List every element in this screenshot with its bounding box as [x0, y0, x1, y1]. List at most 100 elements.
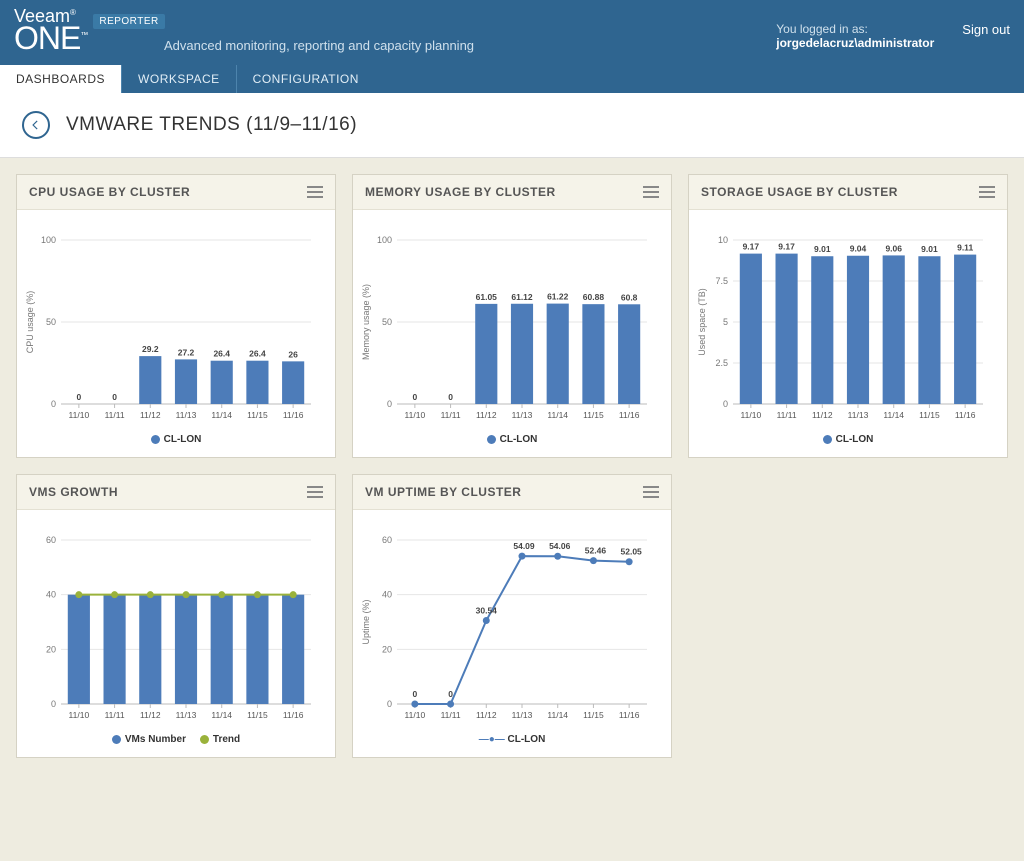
svg-text:Used space (TB): Used space (TB): [697, 288, 707, 356]
user-box: You logged in as: jorgedelacruz\administ…: [776, 22, 1010, 50]
svg-text:11/10: 11/10: [741, 410, 762, 420]
svg-text:11/12: 11/12: [140, 710, 161, 720]
back-button[interactable]: [22, 111, 50, 139]
svg-text:54.06: 54.06: [549, 541, 571, 551]
card-uptime: VM UPTIME BY CLUSTER 0204060Uptime (%)11…: [352, 474, 672, 758]
svg-text:11/11: 11/11: [105, 710, 125, 720]
svg-text:40: 40: [46, 590, 56, 600]
chart-vms: 020406011/1011/1111/1211/1311/1411/1511/…: [21, 520, 331, 730]
svg-text:11/14: 11/14: [547, 410, 568, 420]
svg-text:0: 0: [412, 392, 417, 402]
svg-text:11/10: 11/10: [69, 410, 90, 420]
svg-text:Memory usage (%): Memory usage (%): [361, 284, 371, 360]
svg-text:9.01: 9.01: [814, 244, 831, 254]
tab-configuration[interactable]: CONFIGURATION: [237, 65, 375, 93]
card-memory: MEMORY USAGE BY CLUSTER 050100Memory usa…: [352, 174, 672, 458]
svg-text:61.22: 61.22: [547, 292, 569, 302]
svg-text:Uptime (%): Uptime (%): [361, 599, 371, 644]
svg-text:9.01: 9.01: [921, 244, 938, 254]
svg-text:11/16: 11/16: [283, 410, 304, 420]
svg-text:11/13: 11/13: [512, 410, 533, 420]
svg-text:54.09: 54.09: [513, 541, 535, 551]
card-title-vms: VMS GROWTH: [29, 485, 118, 499]
reporter-badge: REPORTER: [93, 14, 164, 29]
svg-text:9.17: 9.17: [743, 242, 760, 252]
svg-text:0: 0: [76, 392, 81, 402]
legend-vms-2: Trend: [213, 734, 240, 745]
tab-dashboards[interactable]: DASHBOARDS: [0, 65, 122, 93]
app-header: Veeam® ONE™ REPORTER Advanced monitoring…: [0, 0, 1024, 93]
svg-text:11/16: 11/16: [955, 410, 976, 420]
svg-text:60.8: 60.8: [621, 292, 638, 302]
svg-text:11/13: 11/13: [512, 710, 533, 720]
svg-text:61.12: 61.12: [511, 292, 533, 302]
svg-text:0: 0: [448, 392, 453, 402]
chart-memory: 050100Memory usage (%)11/1011/1111/1211/…: [357, 220, 667, 430]
svg-text:11/12: 11/12: [476, 410, 497, 420]
svg-text:0: 0: [51, 399, 56, 409]
svg-text:60.88: 60.88: [583, 292, 605, 302]
chart-cpu: 050100CPU usage (%)11/1011/1111/1211/131…: [21, 220, 331, 430]
svg-text:60: 60: [382, 535, 392, 545]
tagline: Advanced monitoring, reporting and capac…: [164, 38, 474, 53]
logged-in-label: You logged in as:: [776, 22, 934, 36]
svg-text:11/14: 11/14: [883, 410, 904, 420]
chart-storage: 02.557.510Used space (TB)11/1011/1111/12…: [693, 220, 1003, 430]
username: jorgedelacruz\administrator: [776, 36, 934, 50]
svg-text:60: 60: [46, 535, 56, 545]
svg-text:26.4: 26.4: [213, 349, 230, 359]
svg-text:2.5: 2.5: [715, 358, 728, 368]
svg-text:52.05: 52.05: [621, 547, 643, 557]
svg-text:11/11: 11/11: [441, 710, 461, 720]
svg-text:50: 50: [46, 317, 56, 327]
svg-text:10: 10: [718, 235, 728, 245]
svg-text:11/15: 11/15: [583, 410, 604, 420]
svg-text:9.17: 9.17: [778, 242, 795, 252]
card-menu-storage[interactable]: [979, 186, 995, 198]
svg-text:11/14: 11/14: [211, 710, 232, 720]
svg-text:9.04: 9.04: [850, 244, 867, 254]
tab-workspace[interactable]: WORKSPACE: [122, 65, 237, 93]
card-vms: VMS GROWTH 020406011/1011/1111/1211/1311…: [16, 474, 336, 758]
svg-text:11/10: 11/10: [69, 710, 90, 720]
card-menu-vms[interactable]: [307, 486, 323, 498]
svg-text:20: 20: [46, 644, 56, 654]
page-title: VMWARE TRENDS (11/9–11/16): [66, 114, 357, 136]
svg-text:7.5: 7.5: [715, 276, 728, 286]
svg-text:11/12: 11/12: [140, 410, 161, 420]
svg-text:61.05: 61.05: [476, 292, 498, 302]
legend-vms-1: VMs Number: [125, 734, 186, 745]
svg-text:0: 0: [412, 689, 417, 699]
card-menu-cpu[interactable]: [307, 186, 323, 198]
svg-text:30.54: 30.54: [476, 606, 498, 616]
svg-text:11/11: 11/11: [777, 410, 797, 420]
brand-main: ONE: [14, 20, 80, 56]
svg-text:0: 0: [112, 392, 117, 402]
svg-text:11/13: 11/13: [848, 410, 869, 420]
card-menu-memory[interactable]: [643, 186, 659, 198]
svg-text:26: 26: [288, 349, 298, 359]
signout-link[interactable]: Sign out: [962, 22, 1010, 37]
svg-text:0: 0: [723, 399, 728, 409]
title-bar: VMWARE TRENDS (11/9–11/16): [0, 93, 1024, 158]
svg-text:26.4: 26.4: [249, 349, 266, 359]
card-title-uptime: VM UPTIME BY CLUSTER: [365, 485, 521, 499]
legend-memory: CL-LON: [500, 434, 538, 445]
legend-storage: CL-LON: [836, 434, 874, 445]
card-storage: STORAGE USAGE BY CLUSTER 02.557.510Used …: [688, 174, 1008, 458]
svg-text:40: 40: [382, 590, 392, 600]
svg-text:9.11: 9.11: [957, 243, 973, 253]
svg-text:0: 0: [448, 689, 453, 699]
svg-text:11/11: 11/11: [105, 410, 125, 420]
svg-text:11/13: 11/13: [176, 710, 197, 720]
card-cpu: CPU USAGE BY CLUSTER 050100CPU usage (%)…: [16, 174, 336, 458]
svg-text:0: 0: [387, 699, 392, 709]
card-title-memory: MEMORY USAGE BY CLUSTER: [365, 185, 556, 199]
card-menu-uptime[interactable]: [643, 486, 659, 498]
svg-text:5: 5: [723, 317, 728, 327]
svg-text:11/15: 11/15: [919, 410, 940, 420]
chart-uptime: 0204060Uptime (%)11/1011/1111/1211/1311/…: [357, 520, 667, 730]
svg-text:11/10: 11/10: [405, 410, 426, 420]
svg-text:CPU usage (%): CPU usage (%): [25, 291, 35, 354]
svg-text:29.2: 29.2: [142, 344, 159, 354]
